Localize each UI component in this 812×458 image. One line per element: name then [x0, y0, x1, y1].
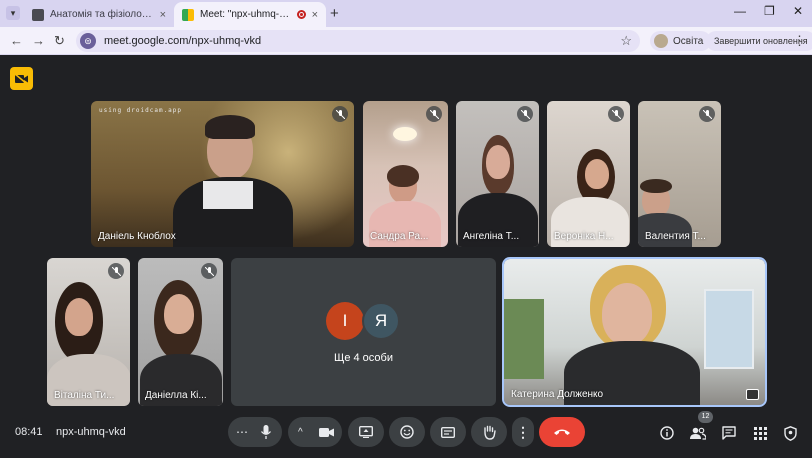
- participant-name: Ангеліна Т...: [463, 231, 520, 242]
- raise-hand-icon: [483, 425, 496, 440]
- mic-off-icon: [517, 106, 533, 122]
- recording-icon: [296, 10, 306, 19]
- lamp: [393, 127, 417, 141]
- people-icon[interactable]: [689, 424, 707, 442]
- tab-meet[interactable]: Meet: "npx-uhmq-vkd" ×: [174, 2, 326, 27]
- participant-name: Сандра Ра...: [370, 231, 429, 242]
- forward-icon[interactable]: →: [32, 33, 45, 48]
- address-bar[interactable]: ⊜ meet.google.com/npx-uhmq-vkd ☆: [76, 30, 640, 52]
- chat-icon[interactable]: [720, 424, 738, 442]
- site-info-icon[interactable]: ⊜: [80, 33, 96, 49]
- participant-tile[interactable]: Валентия Т...: [638, 101, 721, 247]
- participants-count-badge: 12: [698, 411, 713, 423]
- more-options-icon[interactable]: ⋯: [236, 425, 248, 439]
- browser-menu-icon[interactable]: ⋮: [793, 33, 806, 49]
- person-head: [164, 294, 194, 334]
- tab-search-icon[interactable]: ▾: [6, 6, 20, 20]
- mic-off-icon: [108, 263, 124, 279]
- watermark: using droidcam.app: [99, 107, 183, 114]
- back-icon[interactable]: ←: [10, 33, 23, 48]
- tab-anatomy[interactable]: Анатомія та фізіологія с.г твар ×: [24, 2, 174, 27]
- chevron-up-icon[interactable]: ^: [298, 427, 303, 438]
- meeting-time: 08:41: [15, 426, 43, 438]
- participant-tile[interactable]: Сандра Ра...: [363, 101, 448, 247]
- microphone-icon[interactable]: [261, 425, 271, 439]
- avatar: [654, 34, 668, 48]
- profile-button[interactable]: Освіта: [650, 31, 712, 51]
- hair: [205, 115, 255, 139]
- minimize-icon[interactable]: —: [734, 4, 746, 18]
- mic-control-group: ⋯: [228, 417, 282, 447]
- mic-off-icon: [699, 106, 715, 122]
- bookmark-star-icon[interactable]: ☆: [620, 33, 632, 49]
- more-people-label: Ще 4 особи: [334, 352, 393, 364]
- close-tab-icon[interactable]: ×: [160, 9, 166, 21]
- end-call-icon: [554, 429, 570, 435]
- mic-off-icon: [332, 106, 348, 122]
- meet-icon: [182, 8, 194, 21]
- participant-name: Валентия Т...: [645, 231, 706, 242]
- document-icon: [32, 8, 44, 21]
- participant-tile[interactable]: Віталіна Ти...: [47, 258, 130, 406]
- participant-tile[interactable]: Даніелла Кі...: [138, 258, 223, 406]
- mic-off-icon: [426, 106, 442, 122]
- host-controls-icon[interactable]: [781, 424, 799, 442]
- person-head: [602, 283, 652, 345]
- present-button[interactable]: [348, 417, 384, 447]
- reactions-button[interactable]: [389, 417, 425, 447]
- activities-icon[interactable]: [751, 424, 769, 442]
- window: [704, 289, 754, 369]
- camera-control-group: ^: [288, 417, 342, 447]
- participant-tile[interactable]: Ангеліна Т...: [456, 101, 539, 247]
- person-head: [486, 145, 510, 179]
- meeting-info-icon[interactable]: [658, 424, 676, 442]
- person-head: [65, 298, 93, 336]
- mic-off-icon: [201, 263, 217, 279]
- participant-name: Вероніка Н...: [554, 231, 614, 242]
- participant-tile[interactable]: using droidcam.app Даніель Кноблох: [91, 101, 354, 247]
- participant-name: Даніелла Кі...: [145, 390, 207, 401]
- person-head: [585, 159, 609, 189]
- more-options-button[interactable]: ⋮: [512, 417, 534, 447]
- participant-tile[interactable]: Вероніка Н...: [547, 101, 630, 247]
- captions-icon: [441, 426, 455, 438]
- close-window-icon[interactable]: ✕: [793, 4, 803, 18]
- tab-strip: ▾ Анатомія та фізіологія с.г твар × Meet…: [0, 0, 812, 27]
- leave-call-button[interactable]: [539, 417, 585, 447]
- camera-off-indicator-icon: [10, 67, 33, 90]
- tab-title: Meet: "npx-uhmq-vkd": [200, 9, 293, 20]
- maximize-icon[interactable]: ❐: [764, 4, 775, 18]
- avatar: Я: [362, 302, 400, 340]
- plants: [504, 299, 544, 379]
- avatar: І: [326, 302, 364, 340]
- hair: [387, 165, 419, 187]
- hair: [640, 179, 672, 193]
- captions-button[interactable]: [430, 417, 466, 447]
- new-tab-button[interactable]: +: [330, 5, 339, 22]
- participant-name: Даніель Кноблох: [98, 231, 176, 242]
- profile-label: Освіта: [673, 35, 704, 47]
- meeting-code: npx-uhmq-vkd: [56, 426, 126, 438]
- participant-name: Віталіна Ти...: [54, 390, 115, 401]
- url-text: meet.google.com/npx-uhmq-vkd: [104, 35, 262, 47]
- emoji-icon: [400, 425, 414, 439]
- tab-title: Анатомія та фізіологія с.г твар: [50, 9, 154, 20]
- close-tab-icon[interactable]: ×: [312, 9, 318, 21]
- shirt: [203, 181, 253, 209]
- mic-off-icon: [608, 106, 624, 122]
- pin-icon[interactable]: [746, 389, 759, 400]
- participant-tile-active-speaker[interactable]: Катерина Долженко: [502, 257, 767, 407]
- camera-icon[interactable]: [319, 427, 334, 438]
- reload-icon[interactable]: ↻: [54, 33, 65, 49]
- toolbar: ← → ↻ ⊜ meet.google.com/npx-uhmq-vkd ☆ О…: [0, 27, 812, 55]
- more-participants-tile[interactable]: І Я Ще 4 особи: [231, 258, 496, 406]
- present-screen-icon: [359, 426, 373, 438]
- more-vert-icon: ⋮: [516, 423, 530, 440]
- participant-name: Катерина Долженко: [511, 389, 604, 400]
- raise-hand-button[interactable]: [471, 417, 507, 447]
